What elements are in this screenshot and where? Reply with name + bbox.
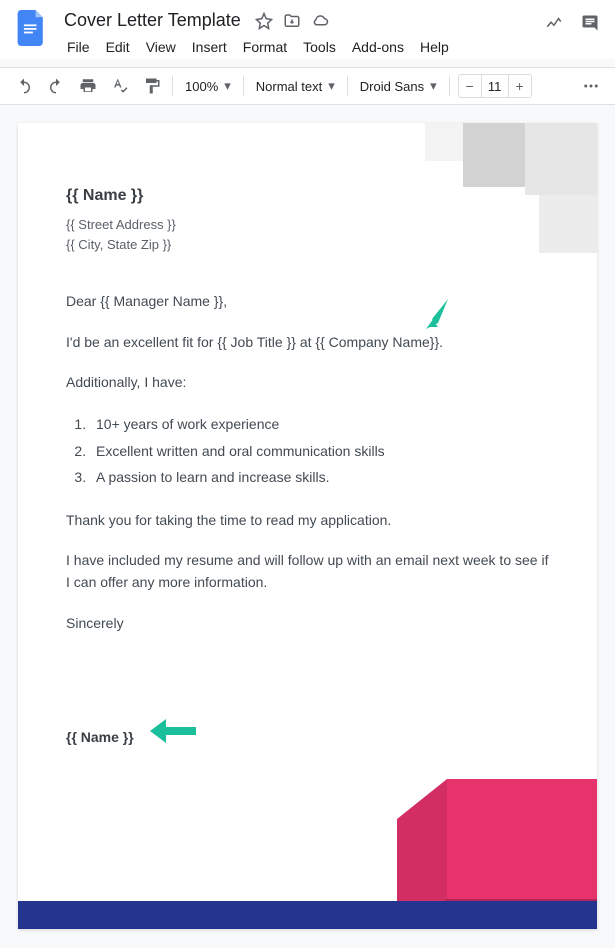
title-area: Cover Letter Template File Edit View Ins… xyxy=(60,8,545,59)
app-header: Cover Letter Template File Edit View Ins… xyxy=(0,0,615,59)
redo-button[interactable] xyxy=(44,74,68,98)
menu-view[interactable]: View xyxy=(139,35,183,59)
closing-line[interactable]: Sincerely xyxy=(66,612,549,634)
additionally-line[interactable]: Additionally, I have: xyxy=(66,371,549,393)
followup-line[interactable]: I have included my resume and will follo… xyxy=(66,549,549,594)
star-icon[interactable] xyxy=(255,12,273,30)
activity-icon[interactable] xyxy=(545,14,563,32)
menu-help[interactable]: Help xyxy=(413,35,456,59)
move-to-folder-icon[interactable] xyxy=(283,12,301,30)
style-dropdown[interactable]: Normal text ▾ xyxy=(252,76,339,96)
menu-format[interactable]: Format xyxy=(236,35,294,59)
document-title[interactable]: Cover Letter Template xyxy=(60,8,245,33)
toolbar-separator xyxy=(449,76,450,96)
menubar: File Edit View Insert Format Tools Add-o… xyxy=(60,35,545,59)
zoom-value: 100% xyxy=(185,79,218,94)
annotation-arrow-icon xyxy=(408,293,456,341)
intro-line[interactable]: I'd be an excellent fit for {{ Job Title… xyxy=(66,331,549,353)
document-page[interactable]: {{ Name }} {{ Street Address }} {{ City,… xyxy=(18,123,597,929)
chevron-down-icon: ▾ xyxy=(328,78,335,94)
font-value: Droid Sans xyxy=(360,79,424,94)
cloud-status-icon[interactable] xyxy=(311,12,329,30)
list-item[interactable]: A passion to learn and increase skills. xyxy=(90,464,549,490)
font-size-increase-button[interactable]: + xyxy=(509,75,531,97)
font-size-input[interactable] xyxy=(481,75,509,97)
menu-file[interactable]: File xyxy=(60,35,97,59)
document-body[interactable]: {{ Name }} {{ Street Address }} {{ City,… xyxy=(66,183,549,748)
placeholder-city[interactable]: {{ City, State Zip }} xyxy=(66,235,549,256)
undo-button[interactable] xyxy=(12,74,36,98)
paint-format-button[interactable] xyxy=(140,74,164,98)
style-value: Normal text xyxy=(256,79,322,94)
list-item[interactable]: Excellent written and oral communication… xyxy=(90,438,549,464)
docs-logo[interactable] xyxy=(12,8,52,48)
qualifications-list[interactable]: 10+ years of work experience Excellent w… xyxy=(90,411,549,490)
footer-bar xyxy=(18,901,597,929)
annotation-arrow-icon xyxy=(148,717,196,745)
document-canvas[interactable]: {{ Name }} {{ Street Address }} {{ City,… xyxy=(0,105,615,947)
menu-tools[interactable]: Tools xyxy=(296,35,343,59)
toolbar-separator xyxy=(347,76,348,96)
print-button[interactable] xyxy=(76,74,100,98)
menu-edit[interactable]: Edit xyxy=(99,35,137,59)
chevron-down-icon: ▾ xyxy=(224,78,231,94)
menu-insert[interactable]: Insert xyxy=(185,35,234,59)
toolbar-separator xyxy=(172,76,173,96)
toolbar-separator xyxy=(243,76,244,96)
thanks-line[interactable]: Thank you for taking the time to read my… xyxy=(66,509,549,531)
placeholder-name-signature[interactable]: {{ Name }} xyxy=(66,726,549,748)
spellcheck-button[interactable] xyxy=(108,74,132,98)
comments-icon[interactable] xyxy=(581,14,599,32)
greeting-line[interactable]: Dear {{ Manager Name }}, xyxy=(66,290,549,312)
zoom-dropdown[interactable]: 100% ▾ xyxy=(181,76,235,96)
font-size-control: − + xyxy=(458,74,532,98)
more-tools-button[interactable] xyxy=(579,74,603,98)
list-item[interactable]: 10+ years of work experience xyxy=(90,411,549,437)
font-size-decrease-button[interactable]: − xyxy=(459,75,481,97)
placeholder-street[interactable]: {{ Street Address }} xyxy=(66,215,549,236)
font-dropdown[interactable]: Droid Sans ▾ xyxy=(356,76,441,96)
menu-addons[interactable]: Add-ons xyxy=(345,35,411,59)
placeholder-name-header[interactable]: {{ Name }} xyxy=(66,183,549,209)
chevron-down-icon: ▾ xyxy=(430,78,437,94)
toolbar: 100% ▾ Normal text ▾ Droid Sans ▾ − + xyxy=(0,67,615,105)
